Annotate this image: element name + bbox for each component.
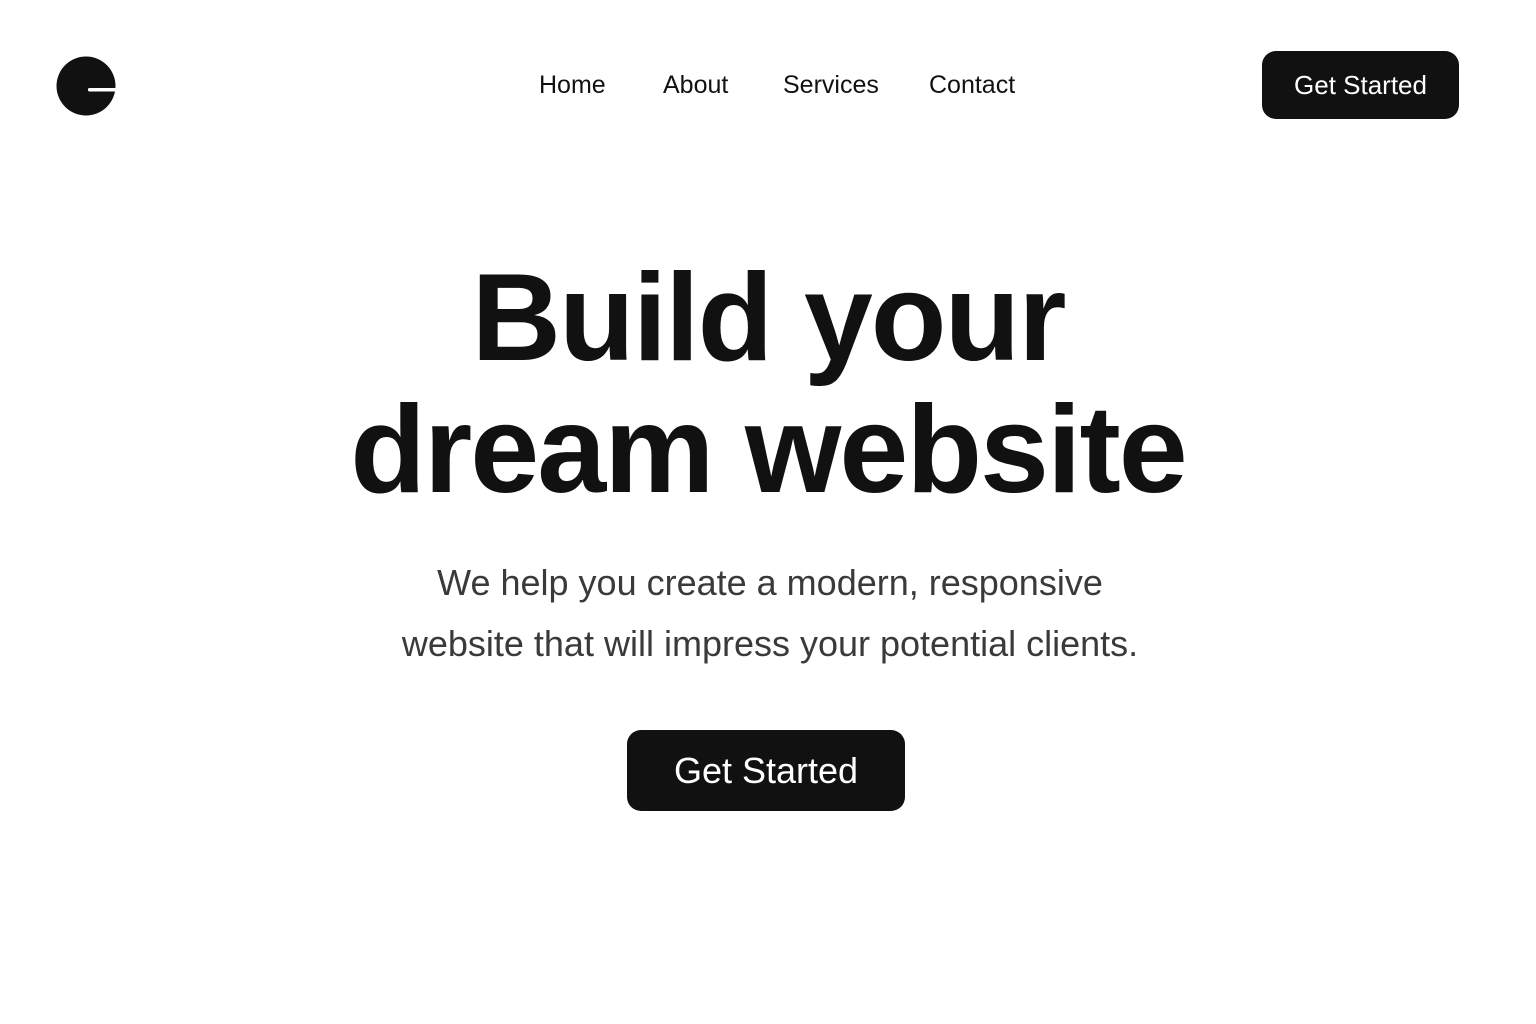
hero-subtitle: We help you create a modern, responsive … — [0, 552, 1536, 674]
hero-title-line1: Build your — [471, 249, 1066, 387]
hero-subtitle-line1: We help you create a modern, responsive — [437, 562, 1103, 603]
nav-contact[interactable]: Contact — [929, 68, 1015, 102]
nav-about[interactable]: About — [663, 68, 728, 102]
nav-services[interactable]: Services — [783, 68, 879, 102]
hero-subtitle-line2: website that will impress your potential… — [401, 623, 1139, 664]
header-get-started-button[interactable]: Get Started — [1262, 51, 1459, 119]
hero-title: Build your dream website — [0, 252, 1536, 516]
nav-home[interactable]: Home — [539, 68, 606, 102]
hero-get-started-button[interactable]: Get Started — [627, 730, 905, 811]
hero-title-line2: dream website — [350, 381, 1187, 519]
